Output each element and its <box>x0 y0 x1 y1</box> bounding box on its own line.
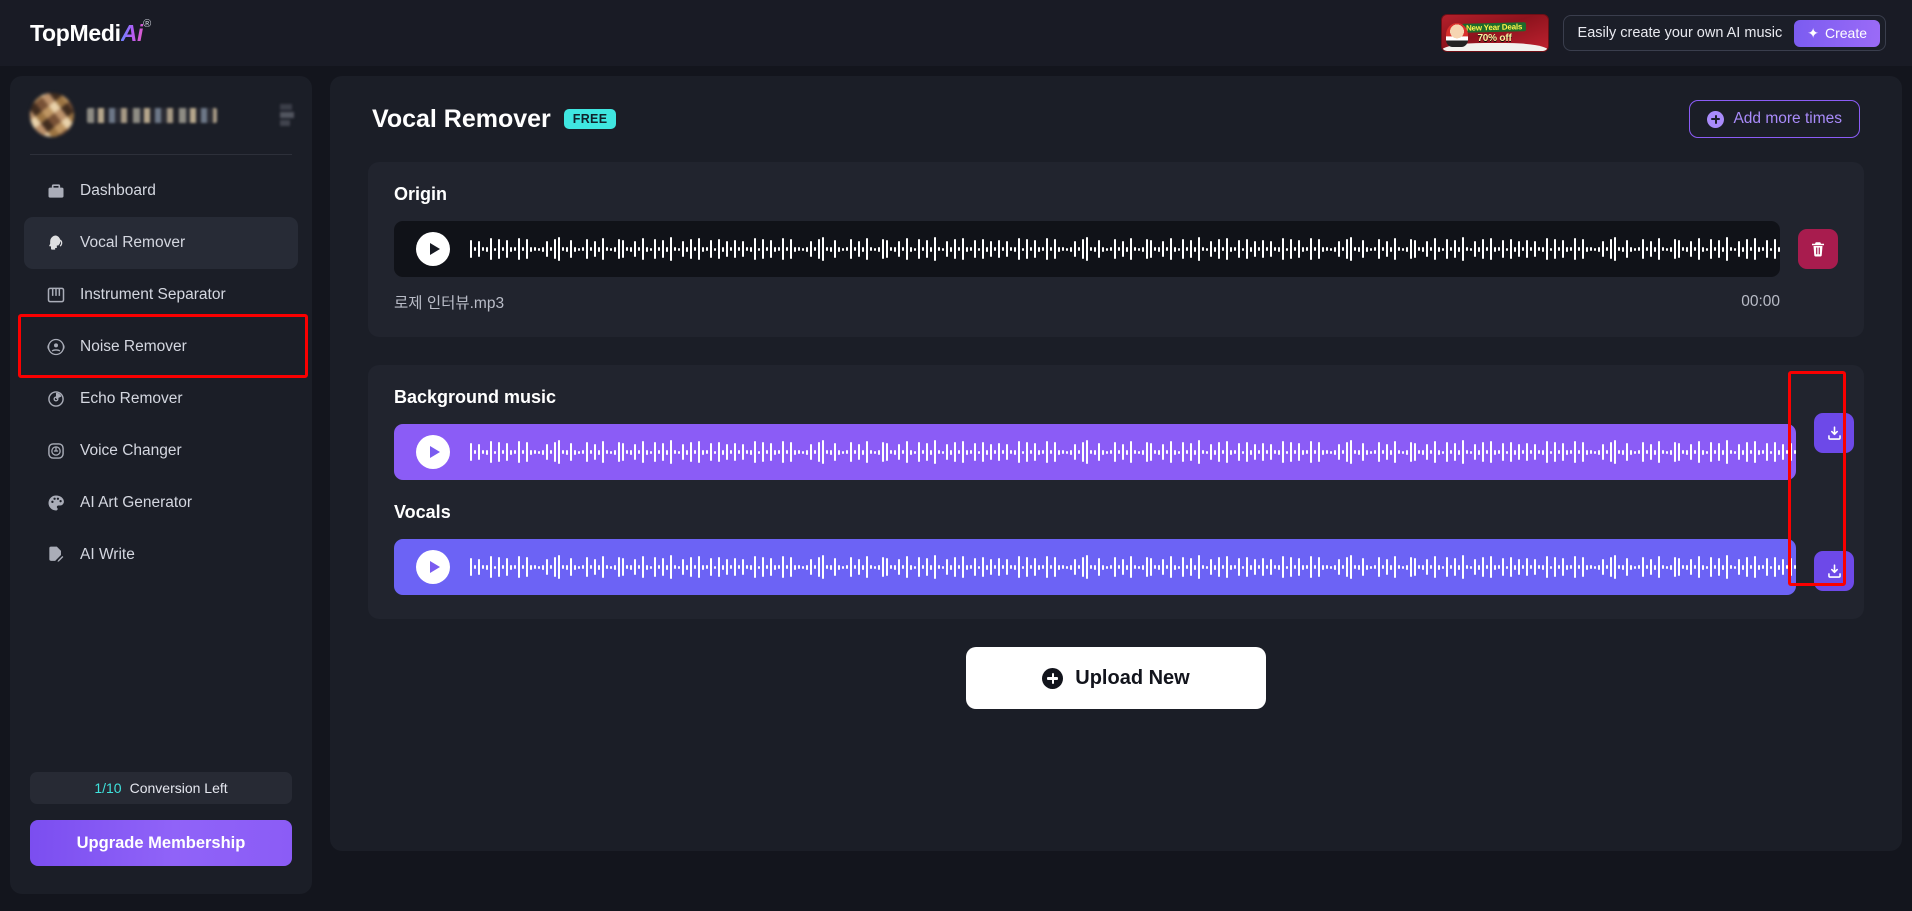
upload-section: Upload New <box>330 647 1902 743</box>
voice-dial-icon <box>48 443 64 459</box>
download-background-music-button[interactable] <box>1814 413 1854 453</box>
header-right-group: New Year Deals 70% off Easily create you… <box>1440 14 1886 52</box>
document-pen-icon <box>49 546 64 562</box>
background-music-play-button[interactable] <box>416 435 450 469</box>
head-voice-icon <box>49 235 63 250</box>
briefcase-icon <box>48 184 64 198</box>
origin-filename: 로제 인터뷰.mp3 <box>394 295 505 312</box>
play-icon <box>429 446 440 458</box>
download-vocals-button[interactable] <box>1814 551 1854 591</box>
sidebar-item-dashboard[interactable]: Dashboard <box>24 165 298 217</box>
free-badge: FREE <box>563 109 617 129</box>
play-icon <box>429 561 440 573</box>
origin-duration: 00:00 <box>1741 293 1780 310</box>
promo-line-1: New Year Deals <box>1462 21 1527 33</box>
origin-track-row <box>394 221 1838 277</box>
logo-registered-mark: ® <box>143 17 151 30</box>
vocals-player[interactable] <box>394 539 1796 595</box>
logo-ai-text: Ai <box>120 19 144 46</box>
vocals-play-button[interactable] <box>416 550 450 584</box>
delete-origin-button[interactable] <box>1798 229 1838 269</box>
trash-icon <box>1812 242 1824 257</box>
create-button-label: Create <box>1824 25 1867 41</box>
more-options-icon[interactable] <box>280 104 296 126</box>
upgrade-membership-button[interactable]: Upgrade Membership <box>30 820 292 866</box>
sidebar-item-ai-art-generator[interactable]: AI Art Generator <box>24 477 298 529</box>
sidebar-item-label: Dashboard <box>80 182 156 199</box>
app-logo[interactable]: TopMedi Ai ® <box>30 17 151 47</box>
plus-circle-icon <box>1707 110 1725 128</box>
sidebar-item-label: Noise Remover <box>80 338 187 355</box>
background-music-label: Background music <box>394 387 557 407</box>
sidebar-item-label: Voice Changer <box>80 442 182 459</box>
upload-new-button[interactable]: Upload New <box>966 647 1266 709</box>
sidebar-item-label: Instrument Separator <box>80 286 226 303</box>
sparkle-icon: ✦ <box>1807 24 1819 41</box>
sidebar-item-label: AI Art Generator <box>80 494 192 511</box>
origin-player[interactable] <box>394 221 1780 277</box>
sidebar-item-ai-write[interactable]: AI Write <box>24 529 298 581</box>
new-year-promo-banner[interactable]: New Year Deals 70% off <box>1440 14 1549 52</box>
echo-circle-icon <box>48 391 64 407</box>
palette-icon <box>48 495 64 511</box>
logo-text: TopMedi <box>30 19 121 46</box>
santa-icon <box>1445 23 1468 47</box>
origin-meta: 로제 인터뷰.mp3 00:00 <box>394 291 1838 313</box>
conversion-counter: 1/10 Conversion Left <box>30 772 292 804</box>
conversion-count: 1/10 <box>94 780 122 796</box>
sidebar-item-voice-changer[interactable]: Voice Changer <box>24 425 298 477</box>
page-title: Vocal Remover <box>372 104 551 133</box>
separated-tracks-left: Background music Vocals <box>394 387 1796 595</box>
download-icon <box>1827 425 1841 440</box>
promo-line-2: 70% off <box>1477 32 1512 44</box>
sidebar-item-vocal-remover[interactable]: Vocal Remover <box>24 217 298 269</box>
sidebar-item-echo-remover[interactable]: Echo Remover <box>24 373 298 425</box>
sidebar-nav: Dashboard Vocal Remover Instrument Separ… <box>10 155 312 581</box>
sidebar-item-label: Echo Remover <box>80 390 183 407</box>
top-header-bar: TopMedi Ai ® New Year Deals 70% off Easily… <box>0 0 1912 66</box>
create-button[interactable]: ✦ Create <box>1794 19 1880 47</box>
sidebar: Dashboard Vocal Remover Instrument Separ… <box>10 76 312 894</box>
noise-waves-icon <box>47 338 65 356</box>
ai-music-cta: Easily create your own AI music ✦ Create <box>1562 15 1886 51</box>
piano-keys-icon <box>47 287 65 303</box>
username-blurred <box>87 107 217 123</box>
download-icon <box>1827 563 1841 578</box>
upload-new-label: Upload New <box>1075 666 1190 689</box>
origin-card: Origin 로제 인터뷰.mp3 00:00 <box>368 162 1864 337</box>
download-buttons-column <box>1814 387 1854 595</box>
sidebar-item-label: Vocal Remover <box>80 234 186 251</box>
conversion-label: Conversion Left <box>129 780 228 796</box>
main-panel: Vocal Remover FREE Add more times Origin… <box>330 76 1902 851</box>
origin-label: Origin <box>394 184 447 204</box>
origin-waveform[interactable] <box>470 234 1780 264</box>
avatar <box>30 93 74 137</box>
sidebar-item-instrument-separator[interactable]: Instrument Separator <box>24 269 298 321</box>
sidebar-item-noise-remover[interactable]: Noise Remover <box>24 321 298 373</box>
main-header: Vocal Remover FREE Add more times <box>330 76 1902 162</box>
origin-play-button[interactable] <box>416 232 450 266</box>
add-more-times-label: Add more times <box>1733 110 1842 127</box>
background-music-player[interactable] <box>394 424 1796 480</box>
separated-tracks-card: Background music Vocals <box>368 365 1864 619</box>
add-more-times-button[interactable]: Add more times <box>1689 100 1860 138</box>
cta-label: Easily create your own AI music <box>1577 25 1783 41</box>
sidebar-item-label: AI Write <box>80 546 135 563</box>
vocals-waveform[interactable] <box>470 552 1796 582</box>
user-profile[interactable] <box>10 76 312 154</box>
vocals-label: Vocals <box>394 502 451 522</box>
play-icon <box>429 243 440 255</box>
plus-circle-icon <box>1042 667 1064 689</box>
background-music-waveform[interactable] <box>470 437 1796 467</box>
